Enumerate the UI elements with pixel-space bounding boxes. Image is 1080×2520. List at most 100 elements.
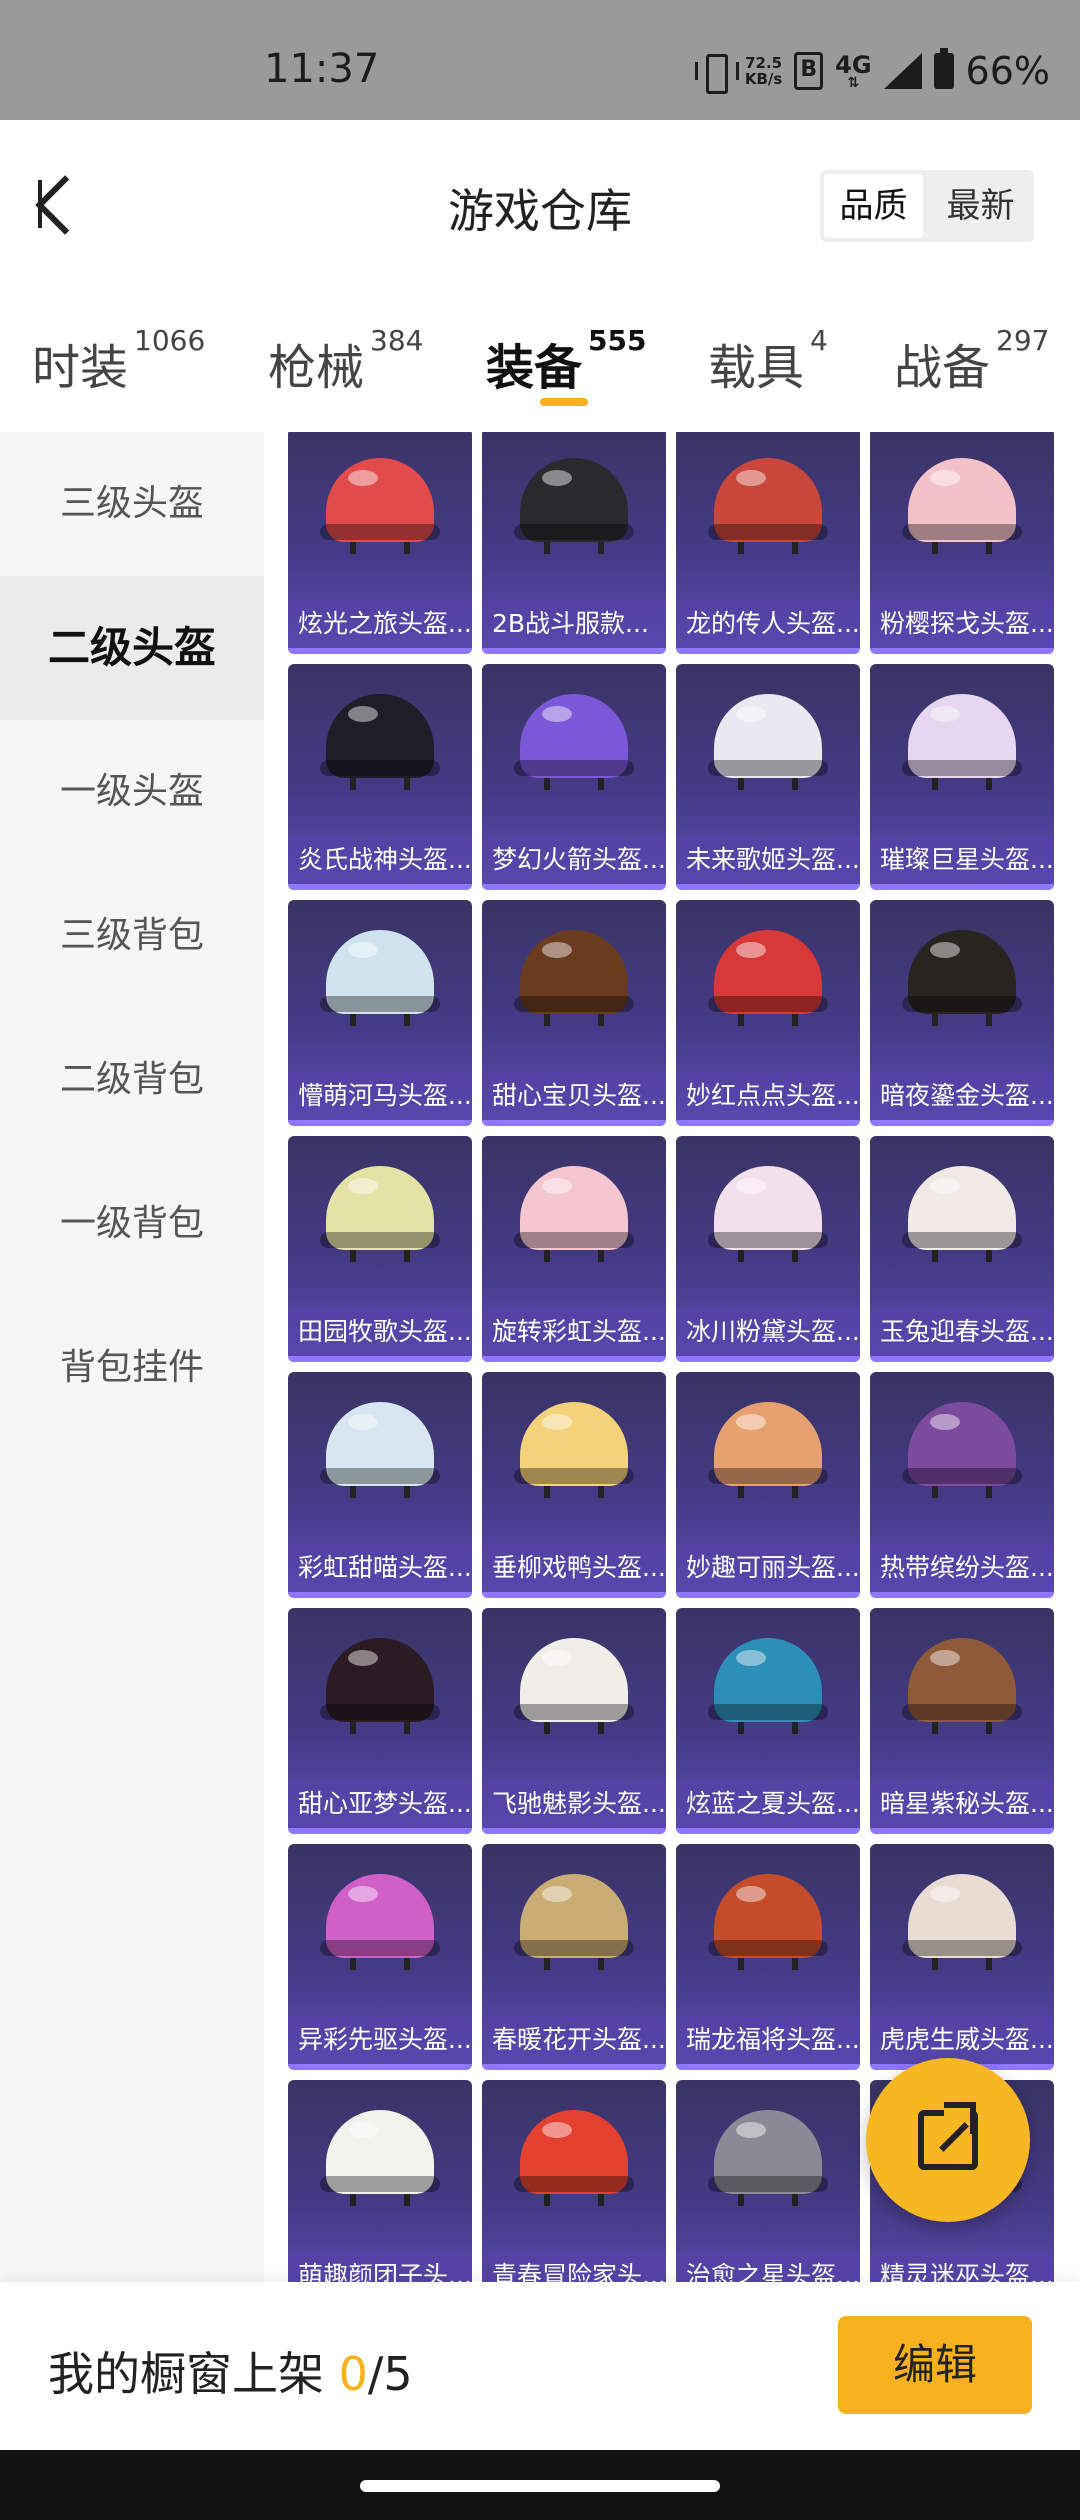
battery-icon [933,48,954,89]
tab-count: 1066 [134,324,206,357]
sidebar-item-active[interactable]: 二级头盔 [0,576,264,720]
item-card[interactable]: 异彩先驱头盔... [288,1844,472,2070]
signal-icon [883,53,922,89]
item-card[interactable]: 2B战斗服款... [482,432,666,654]
helmet-icon [708,1166,828,1262]
sidebar-item[interactable]: 一级背包 [0,1152,264,1296]
item-card[interactable]: 妙红点点头盔... [676,900,860,1126]
sidebar-item[interactable]: 三级背包 [0,864,264,1008]
item-card[interactable]: 妙趣可丽头盔... [676,1372,860,1598]
tab-count: 555 [588,324,647,357]
item-card[interactable]: 懵萌河马头盔... [288,900,472,1126]
showcase-count: 0 [338,2347,368,2401]
sort-toggle: 品质 最新 [820,170,1034,242]
active-tab-indicator [540,398,588,406]
item-name: 青春冒险家头... [482,2252,666,2282]
item-card[interactable]: 炫蓝之夏头盔... [676,1608,860,1834]
item-card[interactable]: 玉兔迎春头盔... [870,1136,1054,1362]
sidebar-item[interactable]: 二级背包 [0,1008,264,1152]
helmet-icon [708,930,828,1026]
edit-button[interactable]: 编辑 [838,2316,1032,2414]
helmet-icon [320,930,440,1026]
item-card[interactable]: 萌趣颜团子头... [288,2080,472,2282]
network-speed-unit: KB/s [744,70,783,88]
helmet-icon [320,1638,440,1734]
helmet-icon [514,1874,634,1970]
sidebar-item[interactable]: 一级头盔 [0,720,264,864]
share-button[interactable] [866,2058,1030,2222]
item-card[interactable]: 青春冒险家头... [482,2080,666,2282]
helmet-icon [902,1874,1022,1970]
item-card[interactable]: 暗星紫秘头盔... [870,1608,1054,1834]
item-card[interactable]: 彩虹甜喵头盔... [288,1372,472,1598]
tab-equipment[interactable]: 装备 555 [486,324,646,398]
item-card[interactable]: 春暖花开头盔... [482,1844,666,2070]
item-card[interactable]: 垂柳戏鸭头盔... [482,1372,666,1598]
helmet-icon [902,458,1022,554]
network-type: 4G ⇅ [835,53,871,90]
tab-count: 4 [810,324,828,357]
item-card[interactable]: 虎虎生威头盔... [870,1844,1054,2070]
tab-fashion[interactable]: 时装 1066 [32,324,205,398]
item-card[interactable]: 瑞龙福将头盔... [676,1844,860,2070]
item-card[interactable]: 田园牧歌头盔... [288,1136,472,1362]
item-card[interactable]: 暗夜鎏金头盔... [870,900,1054,1126]
tab-vehicles[interactable]: 载具 4 [708,324,828,398]
item-card[interactable]: 热带缤纷头盔... [870,1372,1054,1598]
item-card[interactable]: 龙的传人头盔... [676,432,860,654]
vibrate-icon [694,54,739,94]
network-speed-value: 72.5 [745,54,783,72]
item-name: 梦幻火箭头盔... [482,836,666,884]
tab-label: 时装 [32,340,129,396]
tab-label: 枪械 [268,340,365,396]
item-name: 炫光之旅头盔... [288,600,472,648]
sort-quality-button[interactable]: 品质 [824,174,923,238]
item-card[interactable]: 未来歌姬头盔... [676,664,860,890]
bottom-bar: 我的橱窗上架 0/5 编辑 [0,2282,1080,2450]
status-bar: 11:37 72.5 KB/s B 4G ⇅ 66% [0,0,1080,120]
hd-badge-icon: B [794,52,824,90]
network-speed: 72.5 KB/s [745,55,782,87]
item-card[interactable]: 旋转彩虹头盔... [482,1136,666,1362]
item-card[interactable]: 炫光之旅头盔... [288,432,472,654]
item-name: 甜心亚梦头盔... [288,1780,472,1828]
showcase-status: 我的橱窗上架 0/5 [48,2338,413,2404]
helmet-icon [708,1402,828,1498]
tab-label: 载具 [708,340,805,396]
item-name: 龙的传人头盔... [676,600,860,648]
helmet-icon [902,1402,1022,1498]
item-card[interactable]: 飞驰魅影头盔... [482,1608,666,1834]
helmet-icon [514,930,634,1026]
item-name: 瑞龙福将头盔... [676,2016,860,2064]
item-card[interactable]: 治愈之星头盔... [676,2080,860,2282]
tab-supplies[interactable]: 战备 297 [894,324,1049,398]
item-card[interactable]: 粉樱探戈头盔... [870,432,1054,654]
item-card[interactable]: 甜心亚梦头盔... [288,1608,472,1834]
system-nav-bar [0,2450,1080,2520]
item-card[interactable]: 冰川粉黛头盔... [676,1136,860,1362]
sidebar-item[interactable]: 三级头盔 [0,432,264,576]
helmet-icon [320,458,440,554]
item-card[interactable]: 梦幻火箭头盔... [482,664,666,890]
item-name: 炎氏战神头盔... [288,836,472,884]
item-name: 炫蓝之夏头盔... [676,1780,860,1828]
helmet-icon [902,694,1022,790]
tab-guns[interactable]: 枪械 384 [268,324,423,398]
tab-count: 297 [996,324,1050,357]
item-name: 妙红点点头盔... [676,1072,860,1120]
sidebar-item[interactable]: 背包挂件 [0,1296,264,1440]
item-name: 精灵迷巫头盔... [870,2252,1054,2282]
item-card[interactable]: 炎氏战神头盔... [288,664,472,890]
item-name: 飞驰魅影头盔... [482,1780,666,1828]
home-indicator[interactable] [360,2480,720,2492]
item-name: 治愈之星头盔... [676,2252,860,2282]
tab-count: 384 [370,324,424,357]
helmet-icon [514,1402,634,1498]
item-name: 萌趣颜团子头... [288,2252,472,2282]
item-name: 田园牧歌头盔... [288,1308,472,1356]
item-name: 璀璨巨星头盔... [870,836,1054,884]
item-card[interactable]: 甜心宝贝头盔... [482,900,666,1126]
helmet-icon [708,458,828,554]
sort-latest-button[interactable]: 最新 [927,170,1034,242]
item-card[interactable]: 璀璨巨星头盔... [870,664,1054,890]
